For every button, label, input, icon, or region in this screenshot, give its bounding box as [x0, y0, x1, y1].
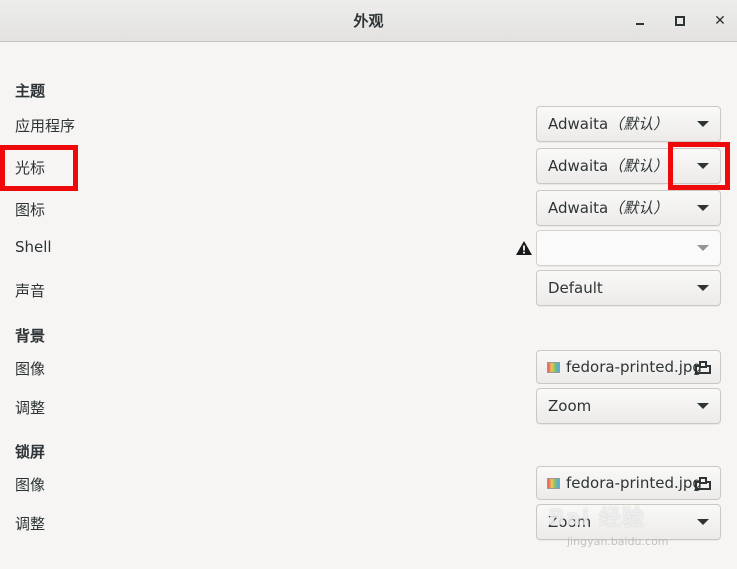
dropdown-arrow-icon	[697, 285, 709, 291]
shell-label: Shell	[15, 238, 52, 256]
close-icon: ✕	[714, 13, 726, 29]
lockscreen-adjust-combo[interactable]: Zoom	[536, 504, 721, 540]
icon-theme-combo[interactable]: Adwaita（默认）	[536, 190, 721, 226]
sound-label: 声音	[15, 282, 46, 300]
background-image-label: 图像	[15, 360, 46, 378]
lockscreen-image-chooser[interactable]: fedora-printed.jpg	[536, 466, 721, 500]
dropdown-arrow-icon	[697, 519, 709, 525]
lockscreen-adjust-label: 调整	[15, 515, 46, 533]
dropdown-arrow-icon	[697, 403, 709, 409]
minimize-button[interactable]	[628, 9, 652, 33]
warning-icon	[516, 241, 532, 255]
open-folder-icon	[695, 477, 711, 490]
applications-theme-combo[interactable]: Adwaita（默认）	[536, 106, 721, 142]
lockscreen-image-label: 图像	[15, 476, 46, 494]
dropdown-arrow-icon	[697, 121, 709, 127]
shell-theme-combo[interactable]	[536, 230, 721, 266]
background-adjust-combo[interactable]: Zoom	[536, 388, 721, 424]
theme-heading: 主题	[15, 82, 46, 100]
minimize-icon	[636, 23, 644, 25]
appearance-window: 外观 ✕ 主题 应用程序 Adwaita（默认） 光标 Adwaita（默认） …	[0, 0, 737, 569]
background-image-filename: fedora-printed.jpg	[566, 358, 702, 376]
background-heading: 背景	[15, 327, 46, 345]
lockscreen-heading: 锁屏	[15, 443, 46, 461]
image-file-icon	[547, 362, 560, 373]
cursor-theme-value: Adwaita（默认）	[548, 157, 669, 175]
icons-label: 图标	[15, 201, 46, 219]
cursor-label: 光标	[15, 159, 46, 177]
maximize-icon	[675, 16, 685, 26]
close-button[interactable]: ✕	[708, 9, 732, 33]
background-adjust-label: 调整	[15, 399, 46, 417]
image-file-icon	[547, 478, 560, 489]
lockscreen-image-filename: fedora-printed.jpg	[566, 474, 702, 492]
cursor-theme-combo[interactable]: Adwaita（默认）	[536, 148, 721, 184]
dropdown-arrow-icon	[697, 245, 709, 251]
background-adjust-value: Zoom	[548, 397, 592, 415]
icon-theme-value: Adwaita（默认）	[548, 199, 669, 217]
background-image-chooser[interactable]: fedora-printed.jpg	[536, 350, 721, 384]
maximize-button[interactable]	[668, 9, 692, 33]
dropdown-arrow-icon	[697, 163, 709, 169]
window-title: 外观	[353, 12, 384, 30]
applications-theme-value: Adwaita（默认）	[548, 115, 669, 133]
open-folder-icon	[695, 361, 711, 374]
sound-theme-value: Default	[548, 279, 603, 297]
title-bar[interactable]: 外观 ✕	[0, 0, 737, 42]
dropdown-arrow-icon	[697, 205, 709, 211]
sound-theme-combo[interactable]: Default	[536, 270, 721, 306]
applications-label: 应用程序	[15, 117, 76, 135]
lockscreen-adjust-value: Zoom	[548, 513, 592, 531]
